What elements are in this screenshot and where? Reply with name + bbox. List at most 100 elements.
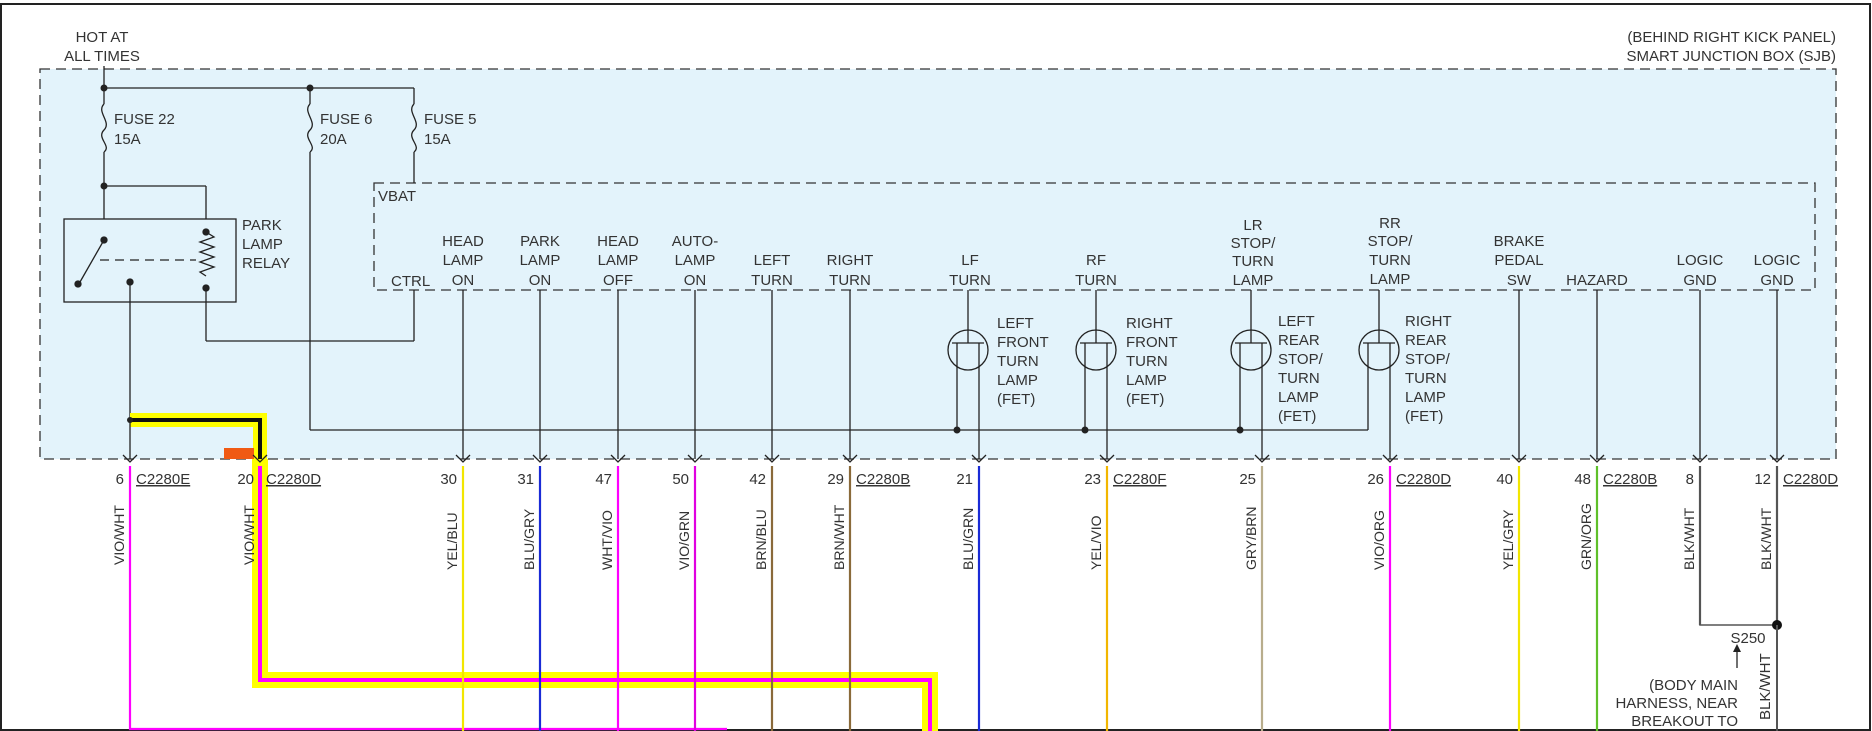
wire-color-code: VIO/ORG	[1371, 510, 1387, 570]
rr-fet-label-5: LAMP	[1405, 389, 1446, 406]
rr-lamp-3: TURN	[1369, 252, 1411, 269]
rf-fet-label-4: LAMP	[1126, 372, 1167, 389]
connector-id: C2280D	[266, 471, 321, 488]
head-lamp-on-3: ON	[452, 272, 475, 289]
vbat-label: VBAT	[378, 188, 416, 205]
rr-lamp-4: LAMP	[1370, 271, 1411, 288]
rf-fet-label-1: RIGHT	[1126, 315, 1173, 332]
ctrl-label: CTRL	[391, 273, 430, 290]
rf-fet-label-2: FRONT	[1126, 334, 1178, 351]
fault-marker	[224, 448, 254, 459]
head-lamp-off-1: HEAD	[597, 233, 639, 250]
wire-color-code: YEL/VIO	[1088, 515, 1104, 570]
lr-lamp-3: TURN	[1232, 253, 1274, 270]
brake-pedal-sw-3: SW	[1507, 272, 1532, 289]
lf-fet-label-4: LAMP	[997, 372, 1038, 389]
rr-lamp-1: RR	[1379, 215, 1401, 232]
park-lamp-on-3: ON	[529, 272, 552, 289]
wire-color-code: BRN/BLU	[753, 509, 769, 570]
rr-fet-label-1: RIGHT	[1405, 313, 1452, 330]
pin-number: 8	[1686, 471, 1694, 488]
rr-fet-label-6: (FET)	[1405, 408, 1443, 425]
wire-color-code: BLU/GRY	[521, 508, 537, 570]
lr-fet-label-2: REAR	[1278, 332, 1320, 349]
pin-number: 50	[672, 471, 689, 488]
lr-fet-label-5: LAMP	[1278, 389, 1319, 406]
connector-id: C2280E	[136, 471, 190, 488]
pin-number: 40	[1496, 471, 1513, 488]
pin-number: 31	[517, 471, 534, 488]
connector-id: C2280D	[1396, 471, 1451, 488]
pin-number: 6	[116, 471, 124, 488]
left-turn-1: LEFT	[754, 252, 791, 269]
pin-number: 25	[1239, 471, 1256, 488]
lf-turn-1: LF	[961, 252, 979, 269]
sjb-location-label: (BEHIND RIGHT KICK PANEL)	[1627, 29, 1836, 46]
pin-number: 29	[827, 471, 844, 488]
splice-note-3: BREAKOUT TO	[1631, 713, 1738, 730]
wire-color-code: BRN/WHT	[831, 504, 847, 570]
lr-lamp-2: STOP/	[1231, 235, 1277, 252]
lf-fet-label-1: LEFT	[997, 315, 1034, 332]
park-lamp-on-1: PARK	[520, 233, 560, 250]
rr-lamp-2: STOP/	[1368, 233, 1414, 250]
logic-gnd-1a: LOGIC	[1677, 252, 1724, 269]
left-turn-2: TURN	[751, 272, 793, 289]
splice-name: S250	[1730, 630, 1765, 647]
lr-fet-label-1: LEFT	[1278, 313, 1315, 330]
splice-note-1: (BODY MAIN	[1649, 677, 1738, 694]
connector-id: C2280F	[1113, 471, 1166, 488]
fuse-6-name: FUSE 6	[320, 111, 373, 128]
splice-note-2: HARNESS, NEAR	[1615, 695, 1738, 712]
auto-lamp-on-2: LAMP	[675, 252, 716, 269]
fuse-22-name: FUSE 22	[114, 111, 175, 128]
pin-number: 26	[1367, 471, 1384, 488]
relay-label-3: RELAY	[242, 255, 290, 272]
external-wires	[122, 454, 1785, 731]
fuse-5-rating: 15A	[424, 131, 451, 148]
wire-color-code: BLK/WHT	[1681, 507, 1697, 570]
wire-color-code: BLK/WHT	[1758, 507, 1774, 570]
pin-number: 48	[1574, 471, 1591, 488]
park-lamp-on-2: LAMP	[520, 252, 561, 269]
logic-gnd-1b: GND	[1683, 272, 1717, 289]
wire-color-code: GRN/ORG	[1578, 503, 1594, 570]
wire-segment	[128, 466, 727, 731]
splice-wire-label: BLK/WHT	[1757, 653, 1774, 720]
wire-color-code: YEL/GRY	[1500, 509, 1516, 570]
highlight-wire-route	[252, 459, 938, 731]
wire-color-code: WHT/VIO	[599, 510, 615, 570]
connector-id: C2280B	[856, 471, 910, 488]
rr-fet-label-2: REAR	[1405, 332, 1447, 349]
wire-color-code: VIO/WHT	[111, 505, 127, 565]
fuse-5-name: FUSE 5	[424, 111, 477, 128]
wire-color-code: GRY/BRN	[1243, 506, 1259, 570]
pin-number: 23	[1084, 471, 1101, 488]
head-lamp-off-2: LAMP	[598, 252, 639, 269]
lf-fet-label-2: FRONT	[997, 334, 1049, 351]
pin-number: 30	[440, 471, 457, 488]
lr-lamp-1: LR	[1243, 217, 1262, 234]
wire-color-code: VIO/WHT	[241, 505, 257, 565]
rf-turn-2: TURN	[1075, 272, 1117, 289]
rr-fet-label-4: TURN	[1405, 370, 1447, 387]
pin-number: 47	[595, 471, 612, 488]
fuse-6-rating: 20A	[320, 131, 347, 148]
rf-fet-label-3: TURN	[1126, 353, 1168, 370]
lf-fet-label-5: (FET)	[997, 391, 1035, 408]
connector-id: C2280D	[1783, 471, 1838, 488]
brake-pedal-sw-2: PEDAL	[1494, 252, 1543, 269]
connector-id: C2280B	[1603, 471, 1657, 488]
pin-number: 20	[237, 471, 254, 488]
pin-number: 21	[956, 471, 973, 488]
wire-segment	[258, 466, 932, 731]
lr-fet-label-6: (FET)	[1278, 408, 1316, 425]
hot-at-label: HOT AT	[76, 29, 129, 46]
lr-fet-label-4: TURN	[1278, 370, 1320, 387]
auto-lamp-on-1: AUTO-	[672, 233, 718, 250]
auto-lamp-on-3: ON	[684, 272, 707, 289]
rr-fet-label-3: STOP/	[1405, 351, 1451, 368]
hazard-label: HAZARD	[1566, 272, 1628, 289]
pin-number: 42	[749, 471, 766, 488]
pin-number: 12	[1754, 471, 1771, 488]
